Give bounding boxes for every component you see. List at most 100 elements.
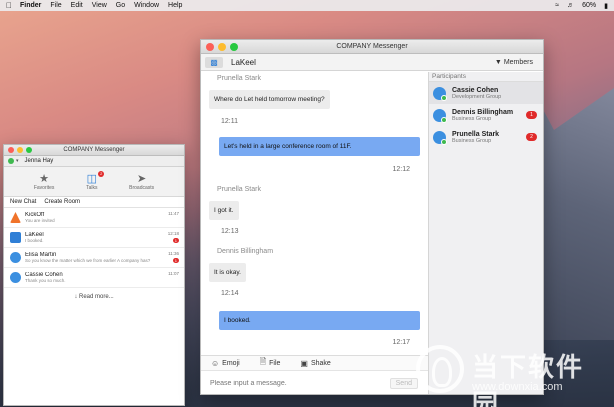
members-button[interactable]: ▼ Members bbox=[495, 59, 533, 66]
window-controls bbox=[8, 147, 32, 153]
chat-preview: So you know the matter which we from ear… bbox=[25, 258, 151, 263]
tab-favorites[interactable]: ★ Favorites bbox=[34, 173, 55, 191]
menu-extras: ≈ ♬ 60% ▮ bbox=[555, 2, 614, 10]
room-icon[interactable]: ▩ bbox=[205, 56, 223, 68]
new-chat-button[interactable]: New Chat bbox=[10, 199, 36, 205]
tab-label: Favorites bbox=[33, 184, 55, 191]
window-controls bbox=[206, 43, 238, 51]
message-time: 12:14 bbox=[221, 290, 239, 297]
participant-item[interactable]: Prunella Stark Business Group 2 bbox=[429, 126, 543, 148]
person-avatar-icon bbox=[10, 252, 21, 263]
room-header: ▩ LaKeel ▼ Members bbox=[201, 54, 543, 71]
close-button[interactable] bbox=[206, 43, 214, 51]
chat-list-item[interactable]: KickOff You are invited 11:47 bbox=[4, 208, 184, 228]
unread-badge: 1 bbox=[172, 238, 179, 243]
read-more-label: Read more... bbox=[78, 294, 114, 300]
message-time: 12:13 bbox=[221, 228, 239, 235]
participant-item[interactable]: Dennis Billingham Business Group 1 bbox=[429, 104, 543, 126]
menu-go[interactable]: Go bbox=[116, 2, 125, 9]
shake-button[interactable]: ▣ Shake bbox=[300, 359, 330, 368]
watermark-title: 当下软件园 bbox=[472, 352, 585, 407]
file-button[interactable]: 🗎 File bbox=[260, 356, 281, 370]
smiley-icon: ☺ bbox=[211, 358, 220, 368]
participant-name: Cassie Cohen bbox=[452, 86, 499, 94]
message-input[interactable] bbox=[210, 379, 385, 387]
unread-badge: 1 bbox=[172, 258, 179, 263]
tab-label: Broadcasts bbox=[129, 184, 155, 191]
chat-list-item[interactable]: Elisa Martin So you know the matter whic… bbox=[4, 248, 184, 268]
message-bubble[interactable]: I booked. bbox=[219, 311, 420, 330]
close-button[interactable] bbox=[8, 147, 14, 153]
create-room-button[interactable]: Create Room bbox=[44, 199, 80, 205]
zoom-button[interactable] bbox=[230, 43, 238, 51]
unread-badge: 2 bbox=[98, 170, 105, 177]
menu-file[interactable]: File bbox=[50, 2, 61, 9]
participant-item[interactable]: Cassie Cohen Development Group bbox=[429, 82, 543, 104]
warning-room-icon bbox=[10, 212, 21, 223]
message-sender: Prunella Stark bbox=[217, 75, 261, 82]
minimize-button[interactable] bbox=[17, 147, 23, 153]
emoji-button[interactable]: ☺ Emoji bbox=[211, 359, 240, 368]
message-bubble[interactable]: I got it. bbox=[209, 201, 239, 220]
tab-talks[interactable]: ◫ 2 Talks bbox=[86, 170, 105, 191]
shake-label: Shake bbox=[310, 359, 331, 367]
minimize-button[interactable] bbox=[218, 43, 226, 51]
message-sender: Prunella Stark bbox=[217, 186, 261, 193]
wifi-icon[interactable]: ≈ bbox=[555, 2, 559, 9]
participant-name: Dennis Billingham bbox=[452, 108, 514, 116]
unread-badge: 2 bbox=[526, 133, 537, 141]
star-icon: ★ bbox=[39, 172, 50, 185]
message-bubble[interactable]: Where do Let held tomorrow meeting? bbox=[209, 90, 330, 109]
room-name: LaKeel bbox=[231, 57, 256, 67]
chat-time: 12:18 bbox=[167, 231, 179, 236]
user-status-bar: ▾ Jenna Hay bbox=[4, 156, 184, 167]
contact-window-titlebar[interactable]: COMPANY Messenger bbox=[4, 145, 184, 156]
person-avatar-icon bbox=[433, 86, 447, 101]
person-avatar-icon bbox=[10, 272, 21, 283]
send-button[interactable]: Send bbox=[389, 377, 418, 389]
chat-list-item[interactable]: LaKeel I booked. 12:18 1 bbox=[4, 228, 184, 248]
menu-window[interactable]: Window bbox=[134, 2, 159, 9]
emoji-label: Emoji bbox=[222, 359, 240, 367]
tab-label: Talks bbox=[86, 184, 98, 191]
chat-time: 11:36 bbox=[168, 251, 179, 256]
triangle-down-icon: ▼ bbox=[494, 58, 502, 66]
shake-icon: ▣ bbox=[300, 358, 308, 368]
online-status-icon[interactable] bbox=[8, 158, 14, 164]
message-bubble[interactable]: Let's held in a large conference room of… bbox=[219, 137, 420, 156]
menu-view[interactable]: View bbox=[92, 2, 107, 9]
participant-group: Development Group bbox=[452, 93, 502, 100]
file-label: File bbox=[269, 359, 281, 367]
chat-time: 11:07 bbox=[168, 271, 179, 276]
apple-menu-icon[interactable]:  bbox=[6, 1, 12, 10]
room-icon bbox=[10, 232, 21, 243]
person-avatar-icon bbox=[433, 130, 447, 145]
chat-list-item[interactable]: Cassie Cohen Thank you so much. 11:07 bbox=[4, 268, 184, 288]
message-time: 12:17 bbox=[392, 339, 410, 346]
zoom-button[interactable] bbox=[26, 147, 32, 153]
watermark-url: www.downxia.com bbox=[472, 381, 563, 393]
chat-window-title: COMPANY Messenger bbox=[336, 43, 408, 50]
message-sender: Dennis Billingham bbox=[217, 248, 274, 255]
battery-percent[interactable]: 60% bbox=[582, 2, 596, 9]
message-time: 12:12 bbox=[392, 166, 410, 173]
battery-icon[interactable]: ▮ bbox=[604, 2, 608, 10]
read-more-link[interactable]: ↓ Read more... bbox=[4, 288, 184, 300]
participant-group: Business Group bbox=[452, 137, 492, 144]
menu-edit[interactable]: Edit bbox=[71, 2, 83, 9]
message-bubble[interactable]: It is okay. bbox=[209, 263, 246, 282]
menu-app-name[interactable]: Finder bbox=[20, 2, 41, 9]
chat-preview: You are invited bbox=[25, 218, 55, 223]
file-icon: 🗎 bbox=[259, 357, 267, 366]
participants-header: Participants bbox=[429, 72, 543, 82]
tab-bar: ★ Favorites ◫ 2 Talks ➤ Broadcasts bbox=[4, 167, 184, 197]
chat-window-titlebar[interactable]: COMPANY Messenger bbox=[201, 40, 543, 54]
volume-icon[interactable]: ♬ bbox=[567, 2, 574, 9]
chevron-down-icon[interactable]: ▾ bbox=[16, 158, 19, 164]
message-list[interactable]: Prunella Stark Where do Let held tomorro… bbox=[201, 72, 428, 352]
watermark-logo-icon bbox=[416, 345, 464, 393]
tab-broadcasts[interactable]: ➤ Broadcasts bbox=[129, 173, 154, 191]
contact-window-title: COMPANY Messenger bbox=[63, 147, 125, 153]
chat-preview: Thank you so much. bbox=[25, 278, 66, 283]
menu-help[interactable]: Help bbox=[168, 2, 182, 9]
